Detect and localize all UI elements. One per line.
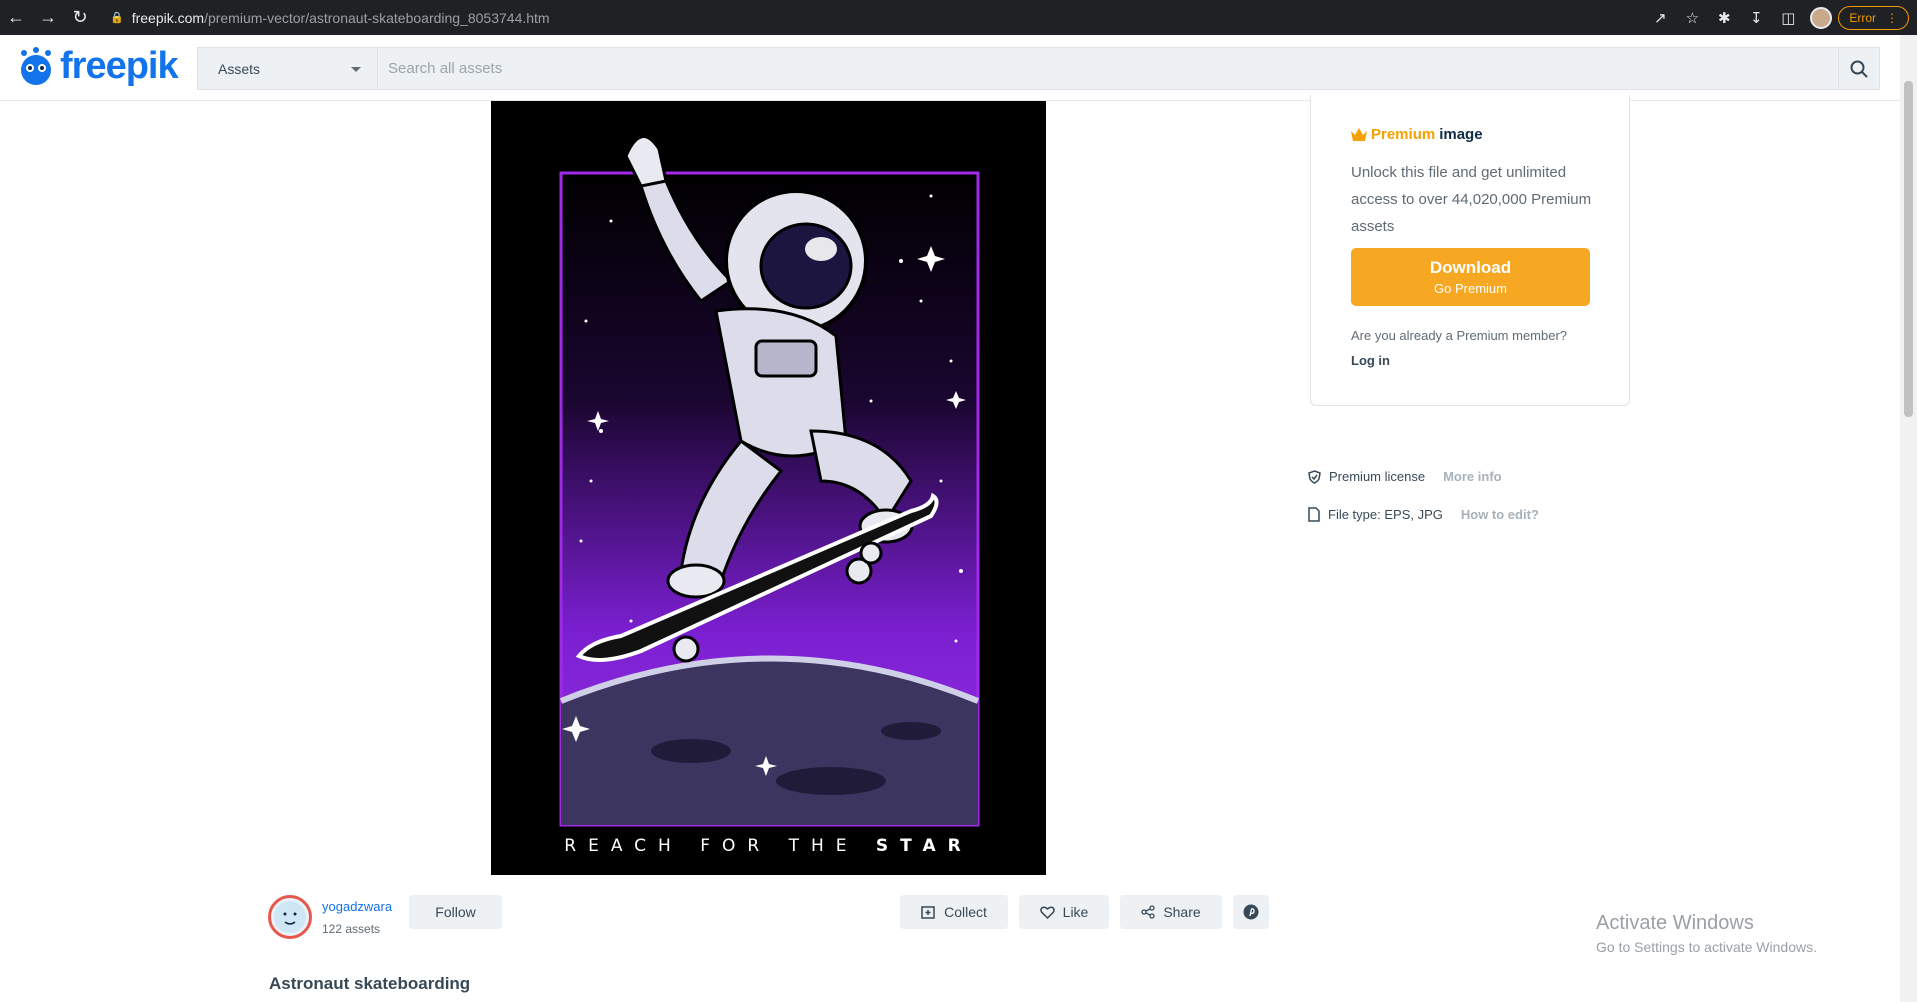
- premium-description: Unlock this file and get unlimited acces…: [1351, 164, 1592, 235]
- side-panel-icon[interactable]: ◫: [1772, 0, 1804, 35]
- preview-caption: REACH FOR THE STAR: [491, 836, 1046, 856]
- lock-icon[interactable]: 🔒: [110, 11, 124, 24]
- premium-title: Premium image: [1351, 126, 1483, 143]
- pinterest-button[interactable]: [1233, 895, 1269, 929]
- author-avatar[interactable]: [268, 895, 312, 939]
- share-button[interactable]: Share: [1120, 895, 1222, 929]
- watermark-line-1: Activate Windows: [1596, 912, 1754, 934]
- freepik-logo[interactable]: freepik: [16, 45, 179, 88]
- share-page-icon[interactable]: ↗: [1644, 0, 1676, 35]
- browser-toolbar: ← → ↻ 🔒 freepik.com/premium-vector/astro…: [0, 0, 1917, 35]
- premium-label: Premium: [1371, 126, 1436, 143]
- assets-type-select[interactable]: Assets: [197, 47, 377, 90]
- license-label: Premium license: [1329, 469, 1426, 484]
- share-label: Share: [1163, 904, 1201, 920]
- page-scrollbar[interactable]: [1900, 35, 1917, 1002]
- caption-regular: REACH FOR THE: [564, 836, 876, 856]
- login-link[interactable]: Log in: [1351, 353, 1390, 368]
- collect-button[interactable]: Collect: [900, 895, 1008, 929]
- profile-avatar[interactable]: [1810, 6, 1833, 29]
- watermark-line-2: Go to Settings to activate Windows.: [1596, 939, 1817, 955]
- scrollbar-thumb[interactable]: [1904, 81, 1913, 417]
- heart-icon: [1039, 905, 1055, 919]
- download-label: Download: [1429, 258, 1512, 277]
- extensions-icon[interactable]: ✱: [1708, 0, 1740, 35]
- site-header: freepik Assets: [0, 35, 1900, 101]
- download-icon[interactable]: ↧: [1740, 0, 1772, 35]
- crown-icon: [1351, 128, 1367, 141]
- url-host: freepik.com: [131, 9, 205, 26]
- license-row: Premium license More info: [1308, 469, 1502, 484]
- back-icon[interactable]: ←: [0, 0, 32, 35]
- author-assets-count: 122 assets: [322, 922, 381, 936]
- file-icon: [1308, 507, 1320, 522]
- kebab-menu-icon: ⋮: [1886, 10, 1898, 25]
- pinterest-icon: [1243, 904, 1259, 920]
- caption-bold: STAR: [875, 836, 973, 856]
- caret-down-icon: [351, 67, 361, 72]
- forward-icon[interactable]: →: [32, 0, 64, 35]
- download-button[interactable]: Download Go Premium: [1351, 248, 1590, 306]
- share-icon: [1141, 905, 1155, 919]
- search-input[interactable]: [377, 47, 1839, 90]
- bookmark-star-icon[interactable]: ☆: [1676, 0, 1708, 35]
- assets-select-value: Assets: [218, 60, 261, 77]
- more-info-link[interactable]: More info: [1443, 469, 1502, 484]
- filetype-row: File type: EPS, JPG How to edit?: [1308, 507, 1539, 522]
- url-path: /premium-vector/astronaut-skateboarding_…: [204, 9, 550, 26]
- windows-activation-watermark: Activate Windows Go to Settings to activ…: [1596, 912, 1817, 955]
- premium-title-rest: image: [1439, 126, 1483, 143]
- filetype-label: File type: EPS, JPG: [1328, 507, 1443, 522]
- search-button[interactable]: [1838, 47, 1880, 90]
- preview-image[interactable]: REACH FOR THE STAR: [491, 101, 1046, 875]
- follow-button[interactable]: Follow: [409, 895, 502, 929]
- address-bar[interactable]: freepik.com/premium-vector/astronaut-ska…: [132, 10, 550, 26]
- error-label: Error: [1849, 10, 1876, 25]
- astronaut-skateboarding-illustration: [491, 101, 1046, 875]
- shield-check-icon: [1308, 469, 1321, 484]
- reload-icon[interactable]: ↻: [64, 0, 96, 35]
- how-to-edit-link[interactable]: How to edit?: [1461, 507, 1539, 522]
- logo-wordmark: freepik: [60, 45, 179, 87]
- author-face-icon: [274, 901, 306, 933]
- search-icon: [1850, 60, 1868, 78]
- page-title: Astronaut skateboarding: [269, 974, 471, 993]
- freepik-mascot-icon: [21, 46, 51, 85]
- author-name-link[interactable]: yogadzwara: [322, 899, 392, 914]
- premium-card: Premium image Unlock this file and get u…: [1310, 95, 1630, 406]
- collect-plus-icon: [921, 906, 935, 919]
- collect-label: Collect: [944, 904, 987, 920]
- like-button[interactable]: Like: [1019, 895, 1109, 929]
- error-badge[interactable]: Error ⋮: [1838, 5, 1909, 30]
- download-sub-label: Go Premium: [1434, 281, 1507, 296]
- member-question: Are you already a Premium member?: [1351, 328, 1568, 343]
- like-label: Like: [1062, 904, 1089, 920]
